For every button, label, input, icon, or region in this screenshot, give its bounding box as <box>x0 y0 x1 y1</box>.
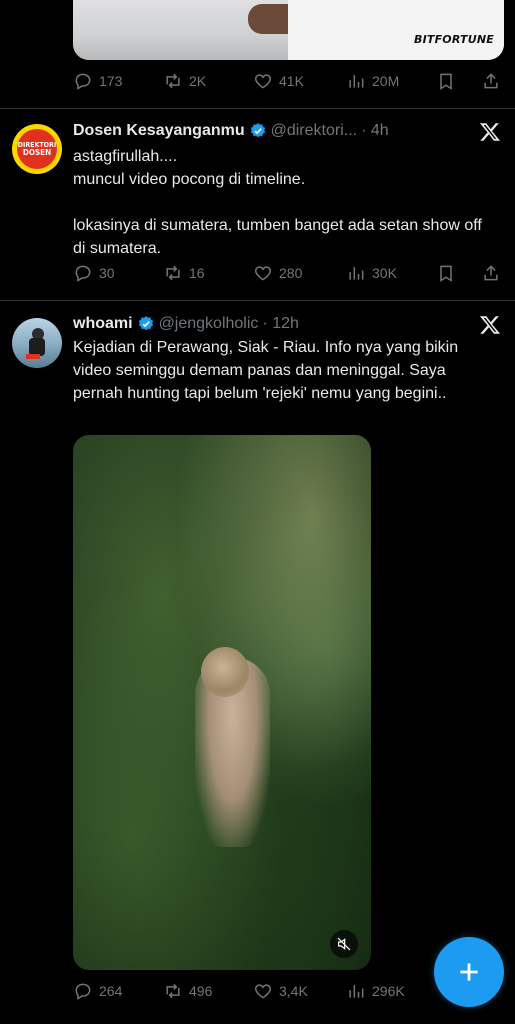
tweet-time[interactable]: · 4h <box>361 122 389 140</box>
like-button[interactable]: 3,4K <box>253 981 308 1001</box>
retweet-icon <box>166 73 180 89</box>
share-button[interactable] <box>481 71 501 91</box>
views-button[interactable]: 20M <box>346 71 399 91</box>
heart-icon <box>254 984 272 999</box>
tweet-2[interactable]: DIREKTORI DOSEN Dosen Kesayanganmu @dire… <box>0 109 515 300</box>
analytics-icon <box>349 267 364 280</box>
avatar[interactable] <box>12 318 62 368</box>
retweet-button[interactable]: 2K <box>163 71 206 91</box>
tweet-header: Dosen Kesayanganmu @direktori... · 4h <box>73 120 389 142</box>
tweet-text: astagfirullah.... muncul video pocong di… <box>73 148 482 257</box>
author-name[interactable]: whoami <box>73 315 133 333</box>
share-icon <box>484 265 498 281</box>
views-count: 296K <box>372 983 405 999</box>
mute-button[interactable] <box>330 930 358 958</box>
author-name[interactable]: Dosen Kesayanganmu <box>73 122 245 140</box>
reply-count: 264 <box>99 983 123 999</box>
tweet-header: whoami @jengkolholic · 12h <box>73 313 299 335</box>
x-logo-icon[interactable] <box>479 121 501 143</box>
views-button[interactable]: 30K <box>346 263 397 283</box>
verified-badge-icon <box>250 123 265 138</box>
analytics-icon <box>349 985 364 998</box>
reply-button[interactable]: 264 <box>73 981 122 1001</box>
retweet-button[interactable]: 16 <box>163 263 205 283</box>
tweet-actions: 173 2K 41K 20M <box>73 70 503 92</box>
x-logo-icon[interactable] <box>479 314 501 336</box>
plus-icon <box>460 963 478 981</box>
share-icon <box>484 73 498 89</box>
tweet-media-image[interactable]: BITFORTUNE <box>73 0 504 60</box>
reply-count: 30 <box>99 265 115 281</box>
bookmark-button[interactable] <box>436 71 456 91</box>
analytics-icon <box>349 75 364 88</box>
tweet-time[interactable]: · 12h <box>262 315 298 333</box>
retweet-button[interactable]: 496 <box>163 981 212 1001</box>
compose-button[interactable] <box>434 937 504 1007</box>
avatar-figure-shoes <box>26 354 40 359</box>
retweet-count: 2K <box>189 73 207 89</box>
tweet-1[interactable]: BITFORTUNE 173 2K 41K 20M <box>0 0 515 108</box>
author-handle[interactable]: @direktori... <box>271 122 357 140</box>
verified-badge-icon <box>138 316 153 331</box>
retweet-count: 496 <box>189 983 213 999</box>
retweet-icon <box>166 265 180 281</box>
views-count: 30K <box>372 265 397 281</box>
views-button[interactable]: 296K <box>346 981 405 1001</box>
reply-button[interactable]: 173 <box>73 71 122 91</box>
media-brand-logo: BITFORTUNE <box>414 33 494 46</box>
heart-icon <box>254 266 272 281</box>
bookmark-icon <box>440 265 452 282</box>
reply-count: 173 <box>99 73 123 89</box>
tweet-text: Kejadian di Perawang, Siak - Riau. Info … <box>73 339 463 402</box>
like-count: 41K <box>279 73 304 89</box>
media-panel <box>288 0 504 60</box>
muted-speaker-icon <box>337 937 351 951</box>
avatar[interactable]: DIREKTORI DOSEN <box>12 124 62 174</box>
reply-icon <box>75 73 91 90</box>
reply-button[interactable]: 30 <box>73 263 115 283</box>
like-count: 3,4K <box>279 983 308 999</box>
reply-icon <box>75 983 91 1000</box>
reply-icon <box>75 265 91 282</box>
retweet-count: 16 <box>189 265 205 281</box>
video-figure-head <box>201 647 249 697</box>
tweet-actions: 30 16 280 30K <box>73 262 503 284</box>
bookmark-icon <box>440 73 452 90</box>
avatar-text-line2: DOSEN <box>22 148 52 157</box>
heart-icon <box>254 74 272 89</box>
like-button[interactable]: 280 <box>253 263 302 283</box>
share-button[interactable] <box>481 263 501 283</box>
bookmark-button[interactable] <box>436 263 456 283</box>
tweet-video[interactable] <box>73 435 371 970</box>
avatar-logo: DIREKTORI DOSEN <box>17 129 57 169</box>
views-count: 20M <box>372 73 400 89</box>
like-count: 280 <box>279 265 303 281</box>
retweet-icon <box>166 983 180 999</box>
author-handle[interactable]: @jengkolholic <box>159 315 259 333</box>
like-button[interactable]: 41K <box>253 71 304 91</box>
